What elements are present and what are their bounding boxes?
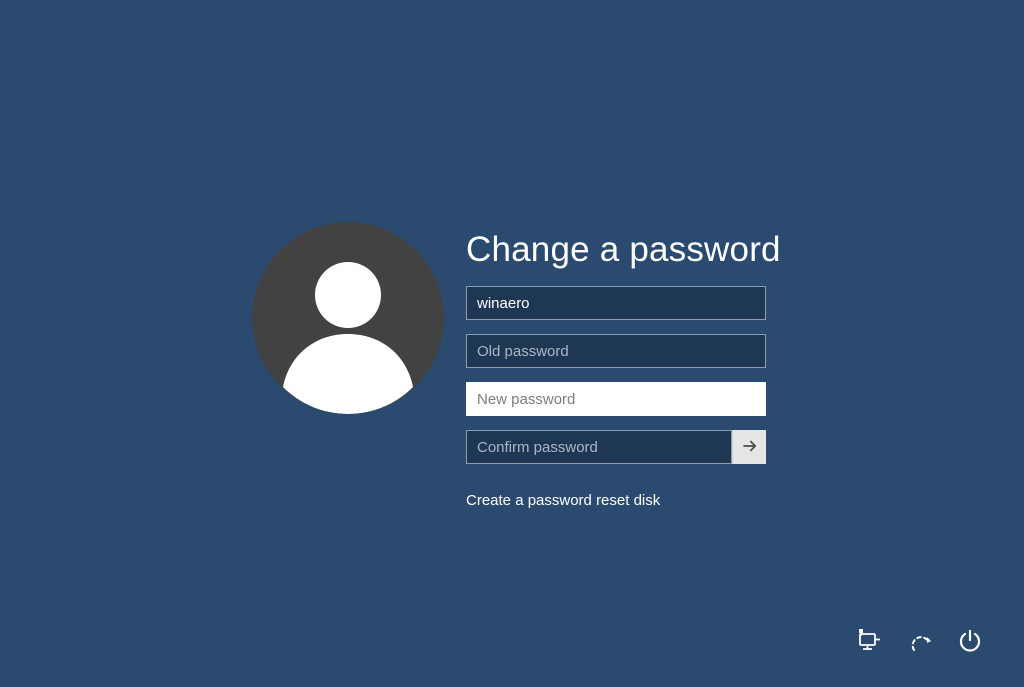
user-avatar — [252, 222, 444, 414]
arrow-right-icon — [741, 437, 759, 458]
power-button[interactable] — [956, 629, 984, 657]
ease-of-access-button[interactable] — [906, 629, 934, 657]
page-title: Change a password — [466, 230, 781, 270]
corner-controls — [856, 629, 984, 657]
confirm-password-input[interactable] — [466, 430, 732, 464]
username-input[interactable] — [466, 286, 766, 320]
form-column: Change a password Create a password rese… — [466, 222, 781, 509]
submit-button[interactable] — [732, 430, 766, 464]
network-button[interactable] — [856, 629, 884, 657]
confirm-password-row — [466, 430, 781, 464]
accessibility-icon — [907, 628, 933, 659]
create-reset-disk-link[interactable]: Create a password reset disk — [466, 492, 781, 509]
username-row — [466, 286, 781, 320]
old-password-row — [466, 334, 781, 368]
power-icon — [957, 628, 983, 659]
old-password-input[interactable] — [466, 334, 766, 368]
new-password-row — [466, 382, 781, 416]
network-icon — [857, 628, 883, 659]
new-password-input[interactable] — [466, 382, 766, 416]
change-password-panel: Change a password Create a password rese… — [252, 222, 781, 509]
